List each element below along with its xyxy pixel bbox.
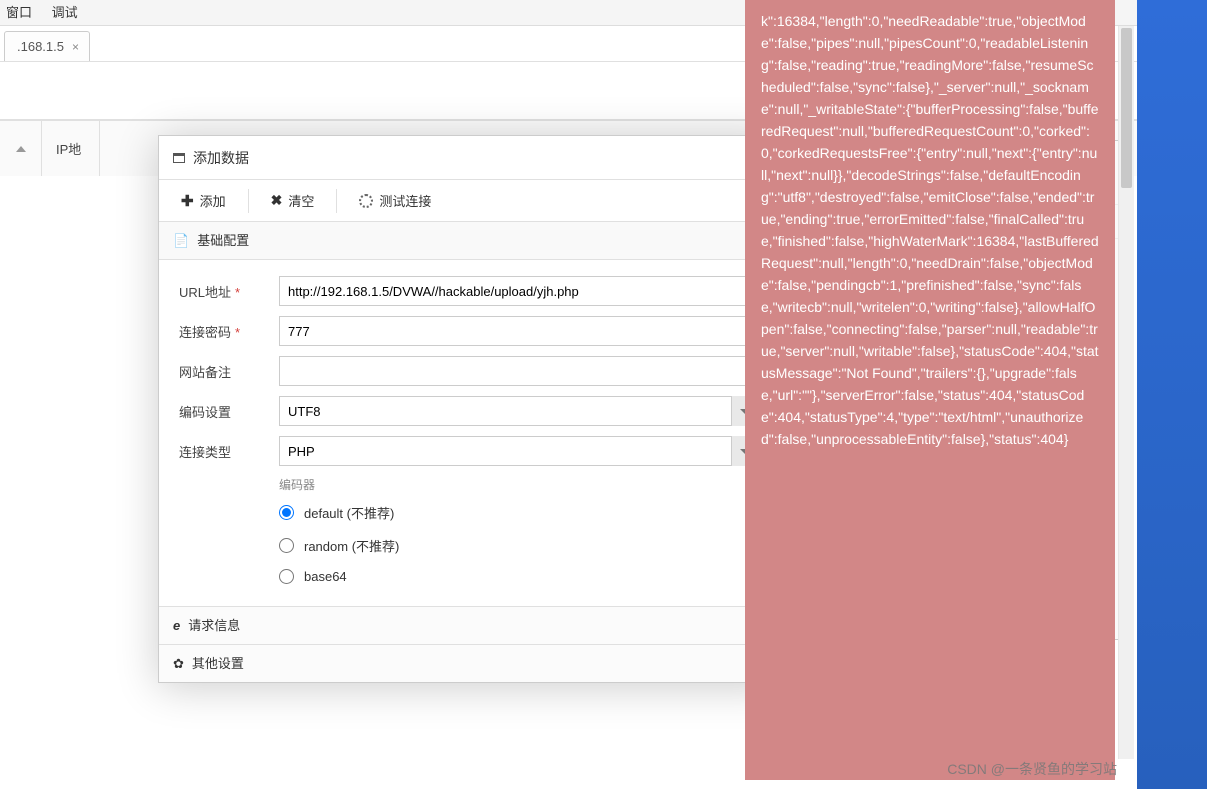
error-notification[interactable]: k":16384,"length":0,"needReadable":true,… <box>745 0 1115 780</box>
basic-config-header[interactable]: 📄 基础配置 <box>159 222 777 260</box>
gear-icon: ✿ <box>173 645 184 683</box>
test-connection-button[interactable]: 测试连接 <box>349 187 441 214</box>
add-button[interactable]: ✚ 添加 <box>171 187 236 214</box>
add-label: 添加 <box>200 191 226 210</box>
browser-icon: e <box>173 607 180 645</box>
encoder-group-label: 编码器 <box>279 476 757 493</box>
password-label: 连接密码* <box>179 322 279 341</box>
request-info-header[interactable]: e 请求信息 <box>159 606 777 644</box>
encoder-random-row[interactable]: random (不推荐) <box>279 536 757 555</box>
other-settings-header[interactable]: ✿ 其他设置 <box>159 644 777 682</box>
encoding-label: 编码设置 <box>179 402 279 421</box>
conn-type-select[interactable] <box>279 436 757 466</box>
clear-button[interactable]: ✖ 清空 <box>261 187 325 214</box>
url-label: URL地址* <box>179 282 279 301</box>
basic-config-form: URL地址* 连接密码* 网站备注 编码设置 连接类型 编码器 <box>159 260 777 606</box>
sort-indicator[interactable] <box>0 121 42 176</box>
basic-config-label: 基础配置 <box>197 222 249 260</box>
plus-icon: ✚ <box>181 192 194 210</box>
clear-label: 清空 <box>288 191 314 210</box>
encoder-base64-label: base64 <box>304 569 347 584</box>
conn-type-label: 连接类型 <box>179 442 279 461</box>
encoder-default-row[interactable]: default (不推荐) <box>279 503 757 522</box>
test-label: 测试连接 <box>379 191 431 210</box>
spinner-icon <box>359 194 373 208</box>
scroll-thumb[interactable] <box>1121 28 1132 188</box>
file-icon: 📄 <box>173 222 189 260</box>
password-input[interactable] <box>279 316 757 346</box>
desktop-edge <box>1137 0 1207 789</box>
encoder-random-radio[interactable] <box>279 538 294 553</box>
dialog-toolbar: ✚ 添加 ✖ 清空 测试连接 <box>159 180 777 222</box>
encoding-select[interactable] <box>279 396 757 426</box>
note-label: 网站备注 <box>179 362 279 381</box>
dialog-title: 添加数据 <box>193 136 249 180</box>
window-icon <box>173 153 185 163</box>
url-input[interactable] <box>279 276 757 306</box>
dialog-title-bar[interactable]: 添加数据 <box>159 136 777 180</box>
x-icon: ✖ <box>271 192 283 209</box>
column-ip[interactable]: IP地 <box>42 121 100 176</box>
menu-window[interactable]: 窗口 <box>6 5 32 20</box>
request-info-label: 请求信息 <box>188 607 240 645</box>
tab-label: .168.1.5 <box>17 32 64 62</box>
other-settings-label: 其他设置 <box>192 645 244 683</box>
encoder-base64-radio[interactable] <box>279 569 294 584</box>
close-icon[interactable]: × <box>72 32 79 62</box>
vertical-scrollbar[interactable] <box>1118 26 1134 759</box>
encoder-random-label: random (不推荐) <box>304 536 399 555</box>
encoder-base64-row[interactable]: base64 <box>279 569 757 584</box>
tab-ip[interactable]: .168.1.5 × <box>4 31 90 61</box>
encoder-default-radio[interactable] <box>279 505 294 520</box>
note-input[interactable] <box>279 356 757 386</box>
add-data-dialog: 添加数据 ✚ 添加 ✖ 清空 测试连接 📄 基础配置 URL地址* 连接密码* <box>158 135 778 683</box>
menu-debug[interactable]: 调试 <box>52 5 78 20</box>
encoder-default-label: default (不推荐) <box>304 503 394 522</box>
